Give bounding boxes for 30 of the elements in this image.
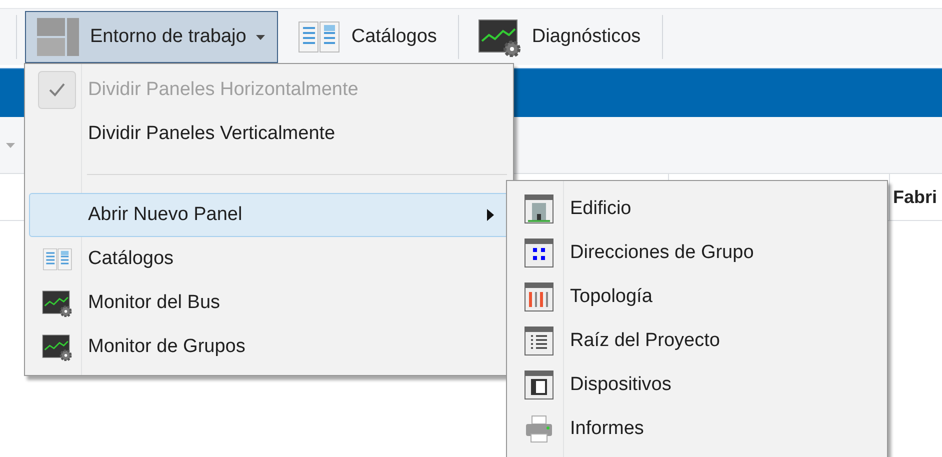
check-icon (49, 83, 65, 97)
caret-icon (256, 34, 266, 40)
menu-item[interactable]: Monitor de Grupos (29, 325, 509, 369)
menu-item[interactable]: Dispositivos (511, 363, 883, 407)
menu-item[interactable]: Direcciones de Grupo (511, 231, 883, 275)
menu-item[interactable]: Raíz del Proyecto (511, 319, 883, 363)
menu-item[interactable]: Dividir Paneles Verticalmente (29, 112, 509, 156)
menu-item[interactable]: Edificio (511, 187, 883, 231)
caret-icon (6, 143, 15, 148)
monitor-gear-icon (478, 17, 522, 57)
column-header[interactable]: Fabri (889, 174, 942, 220)
printer-icon (524, 414, 554, 444)
layout-icon (36, 17, 80, 57)
toolbar-button[interactable]: Entorno de trabajo (25, 11, 278, 63)
menu-item[interactable]: Catálogos (29, 237, 509, 281)
toolbar-button[interactable]: Catálogos (286, 11, 450, 63)
monitor-gear-icon (42, 333, 72, 361)
building-icon (524, 194, 554, 224)
columns-icon (524, 282, 554, 312)
menu-item[interactable]: Abrir Nuevo Panel (29, 193, 509, 237)
menu-item[interactable]: Informes (511, 407, 883, 451)
monitor-gear-icon (42, 289, 72, 317)
panel-icon (524, 370, 554, 400)
toolbar-button[interactable]: Diagnósticos (466, 11, 654, 63)
submenu-arrow-icon (487, 209, 494, 221)
book-icon (42, 246, 72, 272)
menu-item[interactable]: Topología (511, 275, 883, 319)
menu-item[interactable]: Monitor del Bus (29, 281, 509, 325)
list-icon (524, 326, 554, 356)
grid-icon (524, 238, 554, 268)
